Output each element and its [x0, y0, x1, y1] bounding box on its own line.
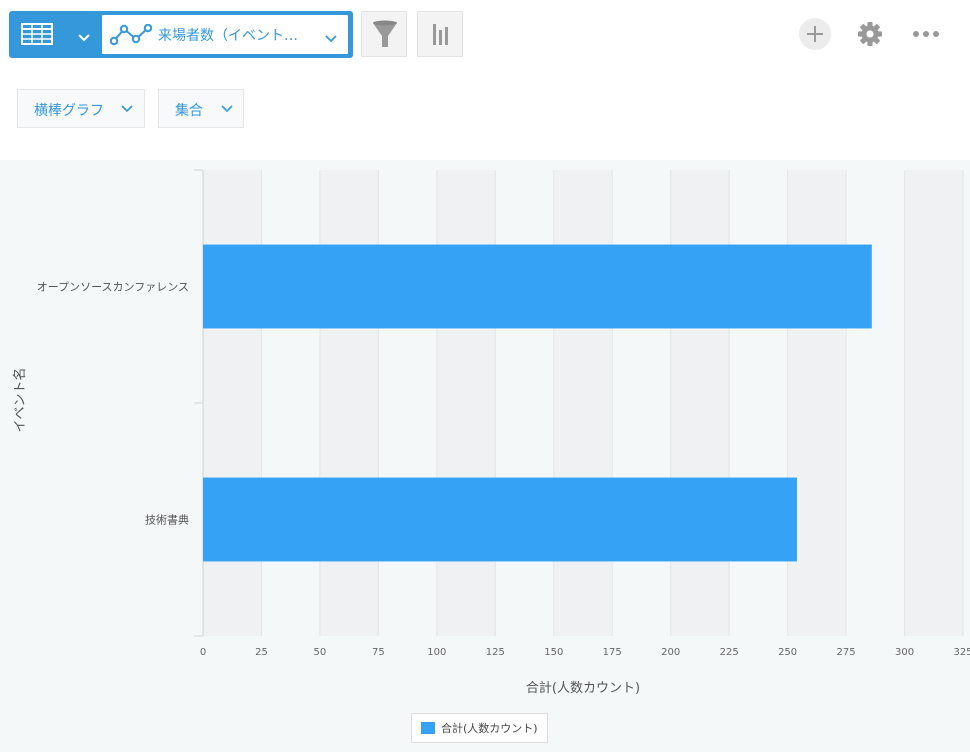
legend[interactable]: 合計(人数カウント)	[411, 713, 548, 743]
y-axis-title: イベント名	[12, 367, 28, 432]
grid-band	[904, 170, 963, 636]
grid-band	[436, 170, 496, 636]
graph-select[interactable]: 来場者数（イベント…	[102, 15, 348, 54]
graph-name: 来場者数（イベント…	[158, 28, 298, 44]
x-tick-label: 225	[720, 647, 739, 658]
x-tick-label: 25	[255, 647, 268, 658]
x-tick-label: 125	[486, 647, 505, 658]
x-tick-label: 50	[314, 647, 327, 658]
aggregation-dropdown[interactable]: 集合	[158, 89, 244, 128]
x-axis-title: 合計(人数カウント)	[526, 680, 640, 696]
x-tick-label: 100	[427, 647, 446, 658]
filter-icon	[373, 20, 397, 47]
chart-type-dropdown[interactable]: 横棒グラフ	[17, 89, 145, 128]
chevron-down-icon[interactable]	[77, 28, 91, 47]
x-tick-label: 0	[200, 647, 206, 658]
chevron-down-icon	[121, 105, 133, 113]
table-icon[interactable]	[21, 23, 53, 49]
grid-band	[319, 170, 379, 636]
grid-band	[203, 170, 262, 636]
x-tick-label: 325	[953, 647, 970, 658]
chart-settings-button[interactable]	[417, 11, 463, 57]
aggregation-value: 集合	[175, 103, 203, 119]
legend-label: 合計(人数カウント)	[441, 722, 538, 735]
category-label: オープンソースカンファレンス	[37, 281, 189, 294]
grid-band	[553, 170, 613, 636]
x-tick-label: 175	[603, 647, 622, 658]
filter-button[interactable]	[361, 11, 407, 57]
chevron-down-icon	[324, 29, 338, 48]
bar-chart: オープンソースカンファレンス技術書典 0 25 50 75 100 125 150 175 200…	[12, 169, 970, 696]
x-tick-label: 275	[837, 647, 856, 658]
category-label: 技術書典	[145, 513, 189, 527]
grid-band	[670, 170, 730, 636]
more-button[interactable]	[911, 26, 941, 46]
plus-icon	[799, 18, 831, 50]
x-tick-label: 150	[544, 647, 563, 658]
x-tick-label: 200	[661, 647, 680, 658]
bar-chart-icon	[433, 24, 448, 45]
bar	[203, 477, 797, 562]
chart-area: オープンソースカンファレンス技術書典 0 25 50 75 100 125 150 175 200…	[0, 160, 970, 752]
settings-button[interactable]	[856, 20, 884, 52]
add-button[interactable]	[798, 17, 832, 55]
view-switcher: 来場者数（イベント…	[9, 11, 353, 58]
x-tick-label: 75	[372, 647, 385, 658]
x-tick-label: 300	[895, 647, 914, 658]
chevron-down-icon	[221, 105, 233, 113]
x-tick-label: 250	[778, 647, 797, 658]
bar	[203, 244, 872, 329]
grid-band	[787, 170, 847, 636]
more-icon	[913, 31, 939, 37]
line-chart-icon	[109, 23, 153, 50]
legend-swatch	[421, 722, 435, 734]
chart-type-value: 横棒グラフ	[34, 103, 104, 119]
gear-icon	[858, 22, 882, 46]
